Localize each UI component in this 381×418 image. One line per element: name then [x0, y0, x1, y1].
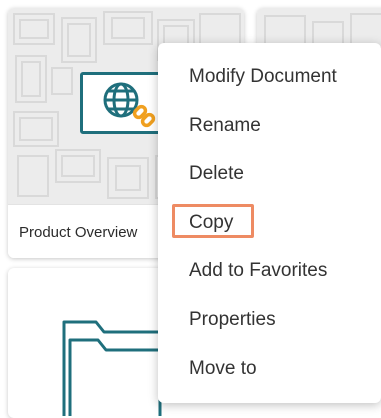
menu-item-modify-document[interactable]: Modify Document — [189, 65, 337, 89]
menu-item-delete[interactable]: Delete — [189, 162, 244, 186]
menu-item-copy[interactable]: Copy — [171, 204, 255, 238]
document-frame — [80, 72, 168, 134]
menu-item-rename[interactable]: Rename — [189, 114, 261, 138]
menu-item-add-to-favorites[interactable]: Add to Favorites — [189, 259, 327, 283]
card-title: Product Overview — [19, 224, 138, 241]
menu-item-properties[interactable]: Properties — [189, 308, 276, 332]
menu-item-move-to[interactable]: Move to — [189, 357, 257, 381]
globe-link-icon — [103, 82, 156, 128]
context-menu: Modify Document Rename Delete Copy Add t… — [158, 43, 381, 403]
